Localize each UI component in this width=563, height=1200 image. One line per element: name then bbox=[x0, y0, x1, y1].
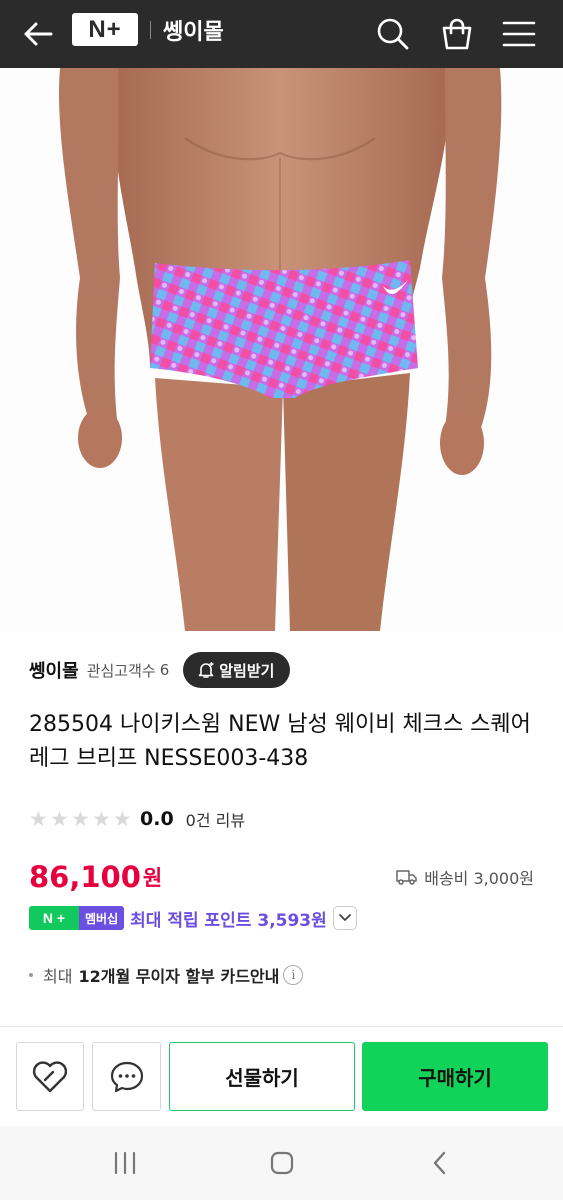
star-icon: ★ bbox=[92, 807, 111, 831]
shipping-fee[interactable]: 배송비 3,000원 bbox=[396, 865, 534, 889]
bullet bbox=[29, 973, 33, 977]
info-icon[interactable]: i bbox=[283, 965, 304, 985]
store-info-row: 쎙이몰 관심고객수 6 알림받기 bbox=[29, 652, 291, 688]
store-title: 쎙이몰 bbox=[163, 19, 224, 45]
membership-badge: N + 멤버십 bbox=[29, 906, 125, 930]
search-icon[interactable] bbox=[371, 12, 415, 56]
naver-plus-badge: N + bbox=[29, 906, 79, 930]
max-points-text: 최대 적립 포인트 3,593원 bbox=[130, 910, 327, 931]
product-title: 285504 나이키스윔 NEW 남성 웨이비 체크스 스퀘어 레그 브리프 N… bbox=[29, 712, 531, 771]
back-nav-icon[interactable] bbox=[420, 1146, 460, 1180]
fans-label: 관심고객수 bbox=[86, 661, 156, 680]
wishlist-button[interactable] bbox=[16, 1042, 84, 1111]
truck-icon bbox=[396, 870, 417, 885]
price-amount: 86,100 bbox=[29, 860, 141, 894]
installment-row[interactable]: 최대 12개월 무이자 할부 카드안내 i bbox=[29, 961, 304, 989]
bell-plus-icon bbox=[198, 662, 214, 678]
chat-bubble-icon bbox=[110, 1061, 143, 1092]
product-image[interactable] bbox=[0, 68, 563, 631]
rating-value: 0.0 bbox=[140, 808, 174, 830]
logo-mark: N+ bbox=[72, 13, 138, 46]
rating-row[interactable]: ★ ★ ★ ★ ★ 0.0 0건 리뷰 bbox=[29, 806, 245, 832]
chevron-down-icon[interactable] bbox=[332, 906, 357, 930]
installment-prefix: 최대 bbox=[43, 967, 73, 986]
buy-button[interactable]: 구매하기 bbox=[362, 1042, 548, 1111]
home-icon[interactable] bbox=[262, 1146, 302, 1180]
star-icon: ★ bbox=[29, 807, 48, 831]
logo-divider bbox=[150, 20, 151, 39]
talk-talk-button[interactable] bbox=[92, 1042, 161, 1111]
price-unit: 원 bbox=[142, 866, 163, 890]
subscribe-alarm-button[interactable]: 알림받기 bbox=[183, 652, 291, 688]
shipping-text: 배송비 3,000원 bbox=[424, 869, 534, 888]
bag-icon[interactable] bbox=[435, 12, 479, 56]
recent-apps-icon[interactable] bbox=[105, 1146, 145, 1180]
fans-count: 6 bbox=[159, 661, 170, 679]
star-icon: ★ bbox=[71, 807, 90, 831]
price-row: 86,100 원 배송비 3,000원 bbox=[29, 855, 534, 899]
store-name[interactable]: 쎙이몰 bbox=[29, 657, 79, 683]
purchase-action-bar: 선물하기 구매하기 bbox=[0, 1026, 563, 1126]
review-count[interactable]: 0건 리뷰 bbox=[186, 807, 245, 831]
star-icon: ★ bbox=[113, 807, 132, 831]
alarm-label: 알림받기 bbox=[219, 661, 275, 680]
menu-icon[interactable] bbox=[497, 12, 541, 56]
star-icon: ★ bbox=[50, 807, 69, 831]
gift-button[interactable]: 선물하기 bbox=[169, 1042, 355, 1111]
heart-plus-icon bbox=[32, 1060, 68, 1092]
installment-text: 12개월 무이자 할부 카드안내 bbox=[78, 967, 280, 986]
membership-label: 멤버십 bbox=[79, 906, 125, 930]
back-arrow-icon[interactable] bbox=[18, 14, 58, 54]
system-navigation-bar bbox=[0, 1126, 563, 1200]
top-app-bar: N+ 쎙이몰 bbox=[0, 0, 563, 68]
naver-plus-logo[interactable]: N+ 쎙이몰 bbox=[72, 13, 224, 46]
membership-row[interactable]: N + 멤버십 최대 적립 포인트 3,593원 bbox=[29, 904, 357, 932]
rating-stars: ★ ★ ★ ★ ★ bbox=[29, 807, 134, 831]
